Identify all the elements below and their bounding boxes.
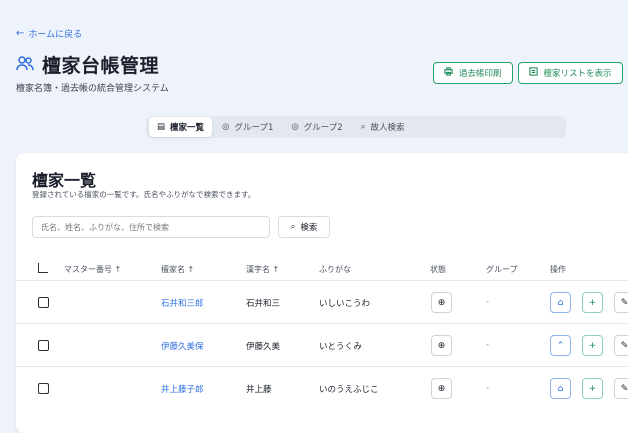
edit-button[interactable]: ✎ xyxy=(614,335,628,356)
col-actions: 操作 xyxy=(550,265,566,274)
col-master-number[interactable]: マスター番号 ↑ xyxy=(64,264,121,275)
tab-label: 檀家一覧 xyxy=(170,123,205,133)
printer-icon xyxy=(444,67,453,79)
list-icon xyxy=(528,67,538,79)
tab-label: グループ2 xyxy=(303,123,343,133)
view-button[interactable]: ⌂ xyxy=(550,378,571,399)
add-button[interactable]: + xyxy=(582,378,603,399)
home-icon: ⌂ xyxy=(557,383,564,394)
status-toggle-button[interactable]: ⊕ xyxy=(431,335,452,356)
tab-deceased-search[interactable]: ⌕ 故人検索 xyxy=(353,117,413,137)
card-description: 登録されている檀家の一覧です。氏名やふりがなで検索できます。 xyxy=(32,190,256,199)
group-value: - xyxy=(486,297,490,307)
tab-label: グループ1 xyxy=(234,123,274,133)
danka-name-link[interactable]: 石井和三郎 xyxy=(161,297,204,309)
card-title: 檀家一覧 xyxy=(32,171,97,190)
page-title: 檀家台帳管理 xyxy=(42,55,160,77)
search-icon: ⌕ xyxy=(290,222,296,232)
danka-name-link[interactable]: 井上藤子郎 xyxy=(161,383,204,395)
danka-list-card: 檀家一覧 登録されている檀家の一覧です。氏名やふりがなで検索できます。 ⌕ 検索… xyxy=(16,153,628,433)
plus-icon: + xyxy=(588,340,597,351)
furigana: いとうくみ xyxy=(319,342,362,352)
arrow-left-icon: ← xyxy=(16,28,25,39)
tab-bar: ▤ 檀家一覧 ◎ グループ1 ◎ グループ2 ⌕ 故人検索 xyxy=(146,116,566,138)
page-header: 檀家台帳管理 xyxy=(16,51,159,78)
plus-icon: + xyxy=(588,297,597,308)
edit-button[interactable]: ✎ xyxy=(614,292,628,313)
edit-icon: ✎ xyxy=(620,340,628,351)
search-icon: ⌕ xyxy=(360,122,366,132)
group-value: - xyxy=(486,383,490,393)
list-icon: ▤ xyxy=(157,122,166,132)
col-furigana: ふりがな xyxy=(319,265,351,274)
col-danka-name[interactable]: 檀家名 ↑ xyxy=(161,264,194,275)
table-row[interactable]: 石井和三郎 石井和三 いしいこうわ ⊕ - ⌂ + ✎ xyxy=(16,280,628,324)
search-input[interactable] xyxy=(32,216,270,238)
kanji-name: 伊藤久美 xyxy=(246,342,281,352)
table-row[interactable]: 伊藤久美保 伊藤久美 いとうくみ ⊕ - ⌃ + ✎ xyxy=(16,323,628,367)
tab-group2[interactable]: ◎ グループ2 xyxy=(283,117,350,137)
col-kanji-name[interactable]: 漢字名 ↑ xyxy=(246,264,279,275)
furigana: いのうえふじこ xyxy=(319,385,379,395)
plus-icon: + xyxy=(588,383,597,394)
col-group: グループ xyxy=(486,265,518,274)
status-toggle-button[interactable]: ⊕ xyxy=(431,378,452,399)
tag-icon: ⊕ xyxy=(437,340,446,351)
table-header: マスター番号 ↑ 檀家名 ↑ 漢字名 ↑ ふりがな 状態 グループ 操作 xyxy=(16,256,628,280)
table-row[interactable]: 井上藤子郎 井上藤 いのうえふじこ ⊕ - ⌂ + ✎ xyxy=(16,366,628,410)
tab-group1[interactable]: ◎ グループ1 xyxy=(214,117,281,137)
chevron-up-icon: ⌃ xyxy=(556,340,565,351)
group-value: - xyxy=(486,340,490,350)
expand-button[interactable]: ⌃ xyxy=(550,335,571,356)
header-actions: 過去帳印刷 檀家リストを表示 xyxy=(433,62,623,84)
kanji-name: 井上藤 xyxy=(246,385,272,395)
col-status: 状態 xyxy=(430,265,446,274)
edit-icon: ✎ xyxy=(620,383,628,394)
page-subtitle: 檀家名簿・過去帳の統合管理システム xyxy=(16,84,169,94)
search-button[interactable]: ⌕ 検索 xyxy=(278,216,330,238)
add-button[interactable]: + xyxy=(582,292,603,313)
print-register-button[interactable]: 過去帳印刷 xyxy=(433,62,513,84)
circle-icon: ◎ xyxy=(222,122,230,132)
tab-label: 故人検索 xyxy=(370,123,405,133)
show-list-label: 檀家リストを表示 xyxy=(543,69,612,79)
tag-icon: ⊕ xyxy=(437,297,446,308)
edit-button[interactable]: ✎ xyxy=(614,378,628,399)
status-toggle-button[interactable]: ⊕ xyxy=(431,292,452,313)
show-list-button[interactable]: 檀家リストを表示 xyxy=(517,62,623,84)
furigana: いしいこうわ xyxy=(319,299,371,309)
kanji-name: 石井和三 xyxy=(246,299,281,309)
add-button[interactable]: + xyxy=(582,335,603,356)
home-icon: ⌂ xyxy=(557,297,564,308)
tag-icon: ⊕ xyxy=(437,383,446,394)
back-link-label: ホームに戻る xyxy=(28,30,83,40)
danka-name-link[interactable]: 伊藤久美保 xyxy=(161,340,204,352)
users-icon xyxy=(16,55,34,75)
back-link[interactable]: ← ホームに戻る xyxy=(16,27,82,40)
print-register-label: 過去帳印刷 xyxy=(459,69,502,79)
tab-danka-list[interactable]: ▤ 檀家一覧 xyxy=(149,117,213,137)
search-button-label: 検索 xyxy=(300,223,318,233)
edit-icon: ✎ xyxy=(620,297,628,308)
circle-icon: ◎ xyxy=(291,122,299,132)
view-button[interactable]: ⌂ xyxy=(550,292,571,313)
